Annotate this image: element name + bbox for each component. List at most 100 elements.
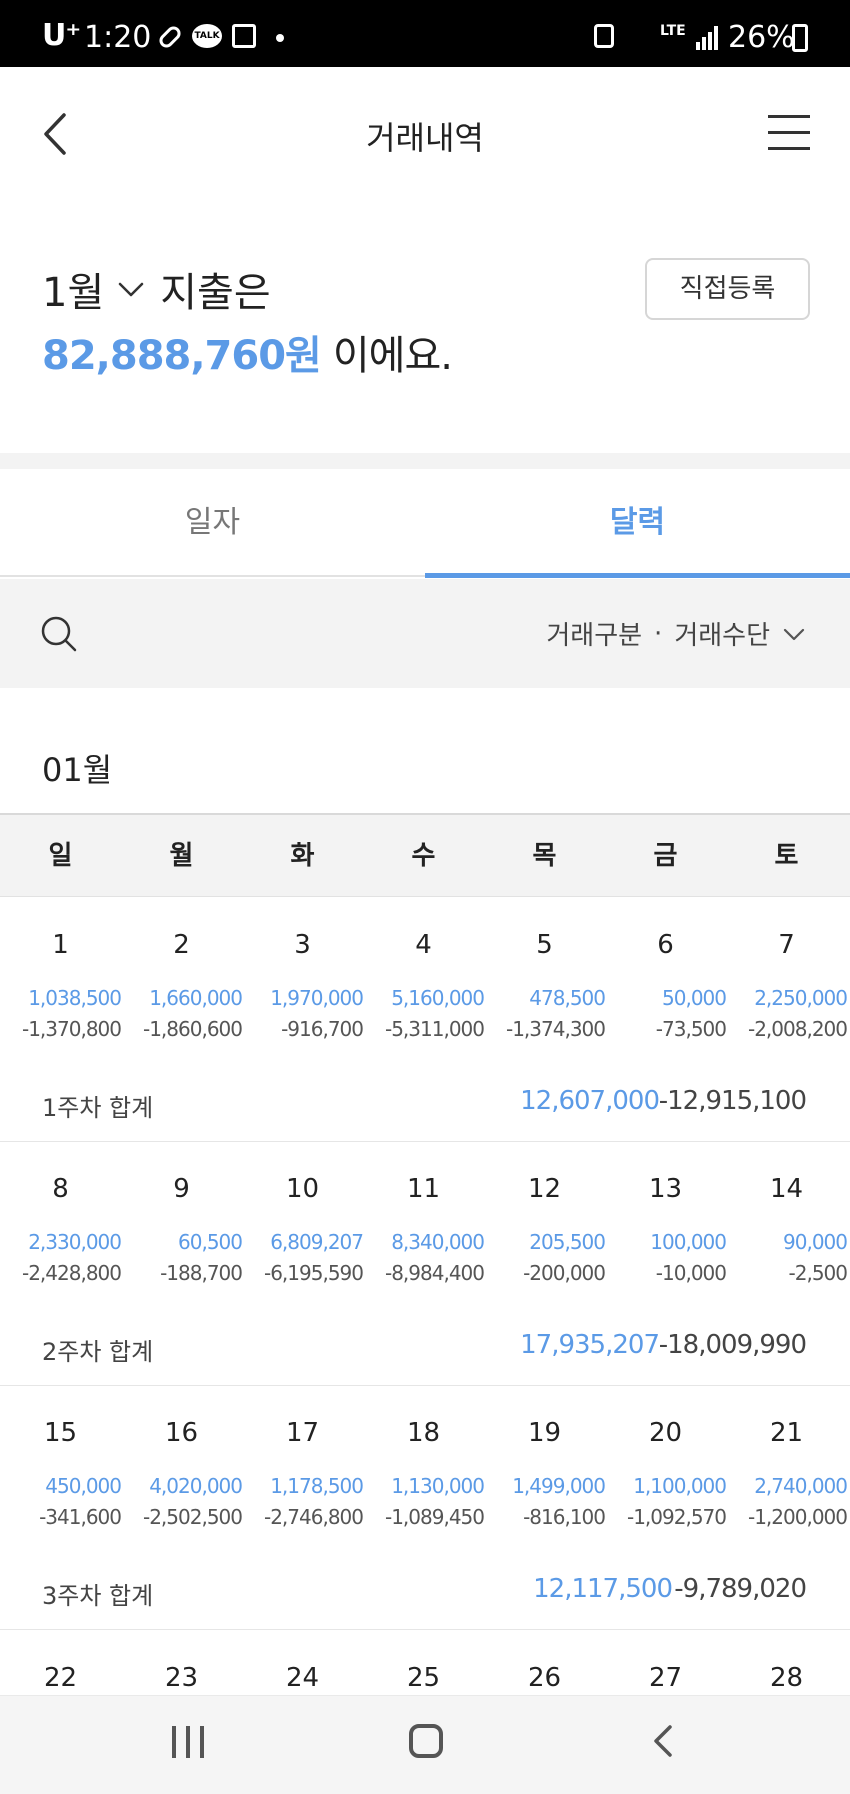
day-income: 1,038,500 [28, 986, 122, 1010]
week-total-label: 3주차 합계 [42, 1582, 154, 1610]
calendar-day[interactable]: 4 5,160,000 -5,311,000 [363, 898, 485, 1048]
calendar-day[interactable]: 27 [605, 1629, 726, 1695]
weekday-tue: 화 [290, 841, 315, 871]
calendar-day[interactable]: 26 [484, 1629, 605, 1695]
calendar-day[interactable]: 5 478,500 -1,374,300 [484, 898, 606, 1048]
day-income: 1,499,000 [512, 1474, 606, 1498]
chevron-down-icon [783, 628, 805, 640]
day-expense: -6,195,590 [263, 1261, 364, 1285]
calendar-day[interactable]: 25 [363, 1629, 484, 1695]
day-expense: -188,700 [160, 1261, 243, 1285]
calendar-day[interactable]: 20 1,100,000 -1,092,570 [605, 1386, 727, 1536]
summary-suffix: 이에요. [332, 333, 453, 379]
nav-home-icon[interactable] [409, 1724, 443, 1758]
search-icon[interactable] [40, 615, 78, 653]
app-header: 거래내역 [0, 67, 850, 197]
day-expense: -1,200,000 [747, 1505, 848, 1529]
week-row-2: 8 2,330,000 -2,428,800 9 60,500 -188,700 10 6… [0, 1142, 850, 1386]
day-number: 4 [415, 930, 432, 960]
day-expense: -5,311,000 [384, 1017, 485, 1041]
talk-icon: TALK [192, 24, 222, 48]
day-expense: -2,428,800 [21, 1261, 122, 1285]
week-total-income: 12,607,000 [520, 1086, 660, 1116]
day-expense: -1,860,600 [142, 1017, 243, 1041]
day-number: 24 [285, 1663, 320, 1693]
calendar-day[interactable]: 2 1,660,000 -1,860,600 [121, 898, 243, 1048]
day-income: 90,000 [783, 1230, 848, 1254]
week-total-expense: -18,009,990 [658, 1330, 807, 1360]
calendar-day[interactable]: 21 2,740,000 -1,200,000 [726, 1386, 848, 1536]
day-expense: -1,089,450 [384, 1505, 485, 1529]
calendar-day[interactable]: 23 [121, 1629, 242, 1695]
week-total-label: 2주차 합계 [42, 1338, 154, 1366]
day-expense: -2,746,800 [263, 1505, 364, 1529]
weekday-thu: 목 [532, 841, 557, 871]
week-total-expense: -12,915,100 [658, 1086, 807, 1116]
calendar-day[interactable]: 12 205,500 -200,000 [484, 1142, 606, 1292]
day-expense: -200,000 [523, 1261, 606, 1285]
day-number: 21 [769, 1418, 804, 1448]
calendar-day[interactable]: 7 2,250,000 -2,008,200 [726, 898, 848, 1048]
calendar-day[interactable]: 19 1,499,000 -816,100 [484, 1386, 606, 1536]
calendar-day[interactable]: 13 100,000 -10,000 [605, 1142, 727, 1292]
weekday-sun: 일 [48, 841, 73, 871]
filter-dropdown[interactable]: 거래구분 · 거래수단 [546, 615, 806, 652]
day-income: 2,250,000 [754, 986, 848, 1010]
summary-line-2: 82,888,760원 이에요. [42, 323, 453, 381]
day-income: 60,500 [178, 1230, 243, 1254]
month-selector[interactable]: 1월 [42, 260, 104, 318]
calendar-day[interactable]: 22 [0, 1629, 121, 1695]
calendar-day[interactable]: 14 90,000 -2,500 [726, 1142, 848, 1292]
day-income: 2,330,000 [28, 1230, 122, 1254]
day-expense: -1,374,300 [505, 1017, 606, 1041]
calendar-day[interactable]: 6 50,000 -73,500 [605, 898, 727, 1048]
chevron-down-icon[interactable] [118, 276, 144, 302]
week-row-3: 15 450,000 -341,600 16 4,020,000 -2,502,500 … [0, 1386, 850, 1630]
day-number: 18 [406, 1418, 441, 1448]
day-income: 5,160,000 [391, 986, 485, 1010]
day-number: 26 [527, 1663, 562, 1693]
signal-icon [696, 26, 720, 50]
calendar-day[interactable]: 10 6,809,207 -6,195,590 [242, 1142, 364, 1292]
day-number: 10 [285, 1174, 320, 1204]
day-expense: -2,500 [788, 1261, 848, 1285]
filter-separator: · [654, 618, 663, 649]
day-income: 478,500 [529, 986, 606, 1010]
day-income: 1,660,000 [149, 986, 243, 1010]
calendar-day[interactable]: 24 [242, 1629, 363, 1695]
calendar-day[interactable]: 3 1,970,000 -916,700 [242, 898, 364, 1048]
day-number: 12 [527, 1174, 562, 1204]
calendar-day[interactable]: 1 1,038,500 -1,370,800 [0, 898, 122, 1048]
network-label: LTE [660, 23, 686, 39]
day-expense: -1,092,570 [626, 1505, 727, 1529]
calendar-day[interactable]: 11 8,340,000 -8,984,400 [363, 1142, 485, 1292]
day-number: 17 [285, 1418, 320, 1448]
calendar-day[interactable]: 17 1,178,500 -2,746,800 [242, 1386, 364, 1536]
week-total-label: 1주차 합계 [42, 1094, 154, 1122]
day-expense: -1,370,800 [21, 1017, 122, 1041]
direct-register-button[interactable]: 직접등록 [645, 258, 810, 320]
day-income: 2,740,000 [754, 1474, 848, 1498]
calendar-day[interactable]: 18 1,130,000 -1,089,450 [363, 1386, 485, 1536]
calendar-day[interactable]: 15 450,000 -341,600 [0, 1386, 122, 1536]
nav-back-icon[interactable] [650, 1724, 678, 1758]
day-income: 1,970,000 [270, 986, 364, 1010]
calendar-month-heading: 01월 [42, 751, 113, 789]
nav-recent-icon[interactable] [172, 1726, 206, 1758]
calendar-day[interactable]: 28 [726, 1629, 847, 1695]
day-income: 6,809,207 [270, 1230, 364, 1254]
qr-icon [232, 24, 256, 48]
calendar-day[interactable]: 9 60,500 -188,700 [121, 1142, 243, 1292]
day-number: 16 [164, 1418, 199, 1448]
calendar-day[interactable]: 16 4,020,000 -2,502,500 [121, 1386, 243, 1536]
day-number: 13 [648, 1174, 683, 1204]
menu-icon[interactable] [768, 115, 810, 151]
day-number: 19 [527, 1418, 562, 1448]
battery-percent: 26% [728, 20, 795, 55]
view-tabs: 일자 달력 [0, 469, 850, 578]
tab-calendar[interactable]: 달력 [425, 469, 850, 577]
calendar-day[interactable]: 8 2,330,000 -2,428,800 [0, 1142, 122, 1292]
day-expense: -2,008,200 [747, 1017, 848, 1041]
day-number: 11 [406, 1174, 441, 1204]
tab-date[interactable]: 일자 [0, 469, 425, 577]
